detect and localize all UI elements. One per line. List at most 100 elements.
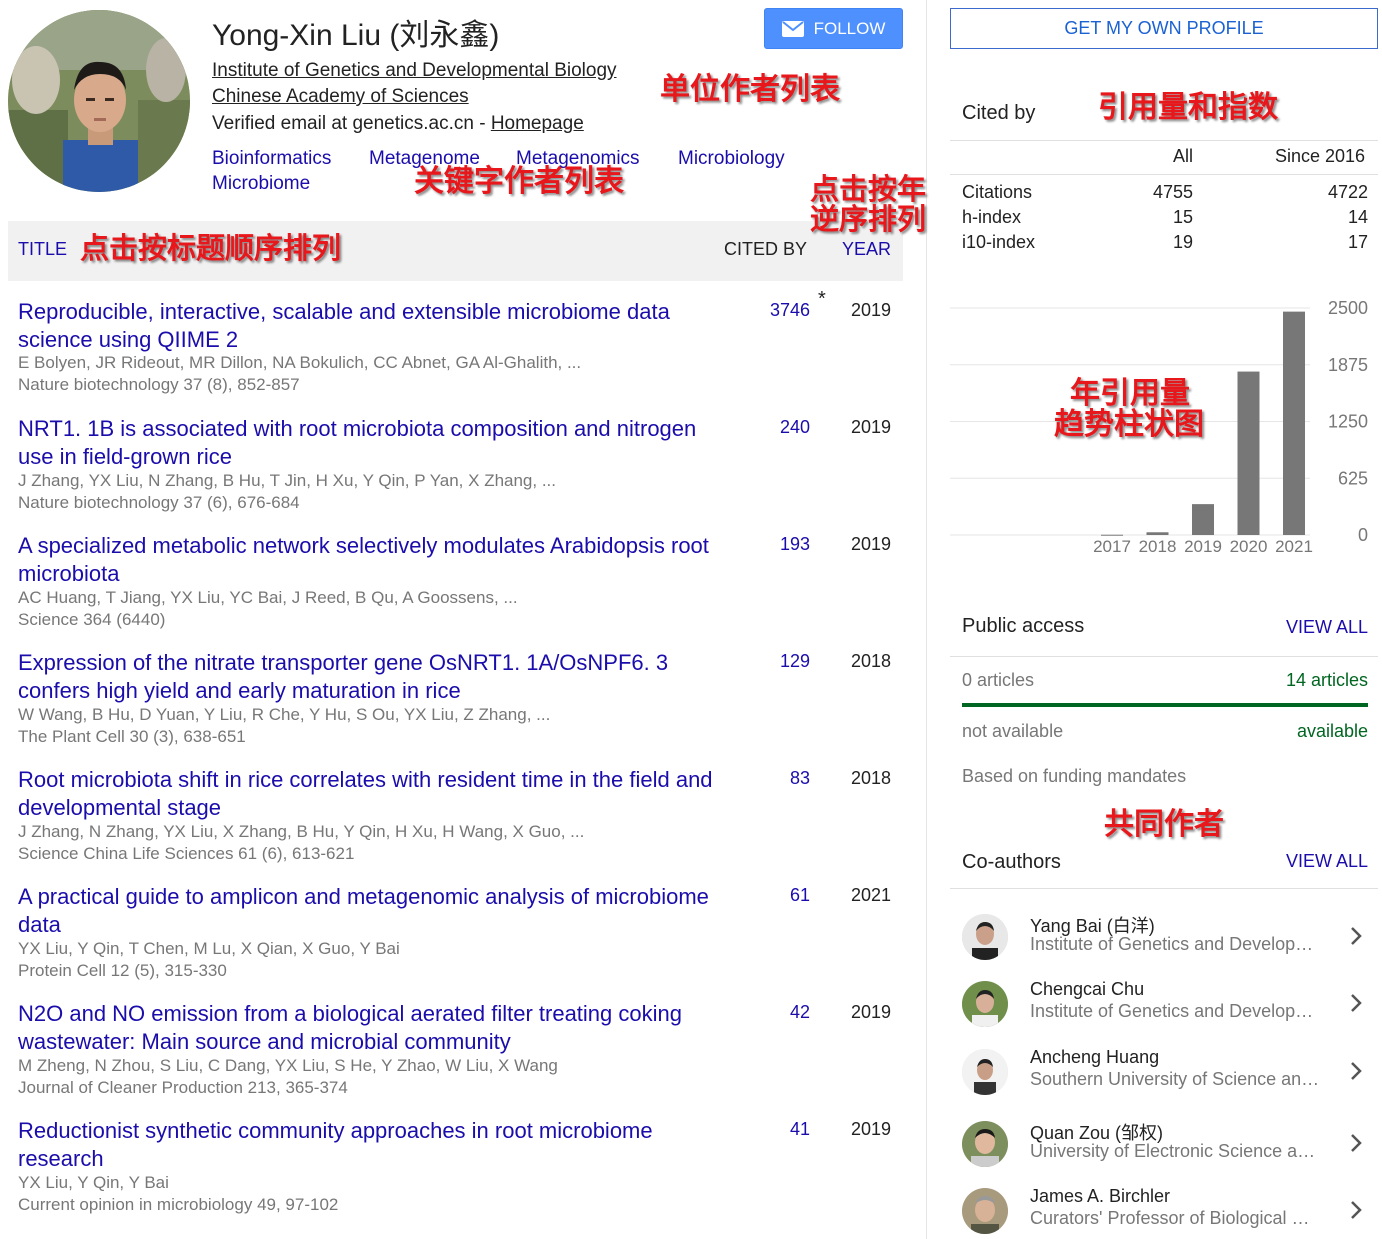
envelope-icon	[781, 20, 804, 37]
x-tick-label: 2017	[1093, 537, 1131, 556]
sort-by-title[interactable]: TITLE	[18, 239, 67, 260]
chevron-right-icon	[1351, 1201, 1362, 1219]
article-row: NRT1. 1B is associated with root microbi…	[0, 415, 910, 532]
article-cited-count[interactable]: 3746	[770, 300, 810, 321]
available-count: 14 articles	[1285, 670, 1368, 690]
x-tick-label: 2019	[1184, 537, 1222, 556]
y-tick-label: 1875	[1328, 355, 1368, 375]
coauthor-avatar	[962, 1121, 1008, 1167]
article-row: Expression of the nitrate transporter ge…	[0, 649, 910, 766]
article-venue: Protein Cell 12 (5), 315-330	[18, 961, 227, 980]
article-year: 2019	[851, 417, 892, 437]
coauthor-item[interactable]: Chengcai Chu Institute of Genetics and D…	[950, 975, 1378, 1043]
bar-2019[interactable]	[1192, 504, 1214, 535]
article-title[interactable]: Root microbiota shift in rice correlates…	[18, 766, 718, 822]
article-title[interactable]: Reductionist synthetic community approac…	[18, 1117, 718, 1173]
profile-avatar	[8, 10, 190, 192]
divider	[950, 174, 1378, 175]
merged-citation-star[interactable]: *	[818, 288, 826, 311]
article-title[interactable]: A practical guide to amplicon and metage…	[18, 883, 718, 939]
article-year: 2021	[851, 885, 892, 905]
coauthors-title: Co-authors	[962, 851, 1061, 873]
stat-label: h-index	[962, 207, 1022, 227]
divider	[950, 888, 1378, 889]
x-tick-label: 2018	[1139, 537, 1177, 556]
affiliation-link-2[interactable]: Chinese Academy of Sciences	[212, 86, 469, 108]
coauthor-affiliation: University of Electronic Science and Tec…	[1030, 1141, 1320, 1161]
profile-name: Yong-Xin Liu (刘永鑫)	[212, 19, 500, 52]
article-title[interactable]: N2O and NO emission from a biological ae…	[18, 1000, 718, 1056]
coauthor-affiliation: Institute of Genetics and Developmental …	[1030, 934, 1320, 954]
article-venue: Science China Life Sciences 61 (6), 613-…	[18, 844, 355, 863]
article-row: A practical guide to amplicon and metage…	[0, 883, 910, 1000]
article-title[interactable]: A specialized metabolic network selectiv…	[18, 532, 718, 588]
article-authors: AC Huang, T Jiang, YX Liu, YC Bai, J Ree…	[18, 588, 518, 607]
sort-by-year[interactable]: YEAR	[842, 239, 891, 260]
article-title[interactable]: Reproducible, interactive, scalable and …	[18, 298, 718, 354]
article-authors: YX Liu, Y Qin, Y Bai	[18, 1173, 169, 1192]
coauthor-item[interactable]: Ancheng Huang Southern University of Sci…	[950, 1043, 1378, 1111]
get-my-own-profile-button[interactable]: GET MY OWN PROFILE	[950, 8, 1378, 49]
article-authors: M Zheng, N Zhou, S Liu, C Dang, YX Liu, …	[18, 1056, 558, 1075]
article-row: A specialized metabolic network selectiv…	[0, 532, 910, 649]
y-tick-label: 1250	[1328, 412, 1368, 432]
bar-2021[interactable]	[1283, 311, 1305, 535]
keyword-microbiology[interactable]: Microbiology	[678, 148, 785, 170]
article-year: 2019	[851, 300, 892, 320]
coauthor-name: Ancheng Huang	[1030, 1047, 1160, 1067]
article-year: 2019	[851, 1119, 892, 1139]
public-access-view-all[interactable]: VIEW ALL	[1286, 617, 1368, 638]
divider	[950, 656, 1378, 657]
article-venue: Journal of Cleaner Production 213, 365-3…	[18, 1078, 348, 1097]
coauthors-view-all[interactable]: VIEW ALL	[1286, 851, 1368, 872]
coauthor-item[interactable]: Quan Zou (邹权) University of Electronic S…	[950, 1115, 1378, 1183]
chevron-right-icon	[1351, 994, 1362, 1012]
y-tick-label: 2500	[1328, 298, 1368, 318]
article-venue: Science 364 (6440)	[18, 610, 166, 629]
article-title[interactable]: NRT1. 1B is associated with root microbi…	[18, 415, 718, 471]
not-available-count: 0 articles	[962, 670, 1035, 690]
coauthor-affiliation: Southern University of Science and Techn…	[1030, 1069, 1320, 1089]
coauthor-name: Chengcai Chu	[1030, 979, 1145, 999]
article-row: Root microbiota shift in rice correlates…	[0, 766, 910, 883]
keyword-bioinformatics[interactable]: Bioinformatics	[212, 148, 331, 170]
col-all-header: All	[1173, 146, 1194, 166]
keyword-microbiome[interactable]: Microbiome	[212, 173, 310, 195]
x-tick-label: 2021	[1275, 537, 1313, 556]
stat-since: 4722	[1327, 182, 1368, 202]
annotation-sort-by-title: 点击按标题顺序排列	[80, 231, 342, 265]
follow-button[interactable]: FOLLOW	[764, 8, 903, 49]
y-tick-label: 625	[1338, 468, 1368, 488]
article-row: N2O and NO emission from a biological ae…	[0, 1000, 910, 1117]
bar-2018[interactable]	[1146, 532, 1169, 535]
article-authors: J Zhang, YX Liu, N Zhang, B Hu, T Jin, H…	[18, 471, 557, 490]
coauthor-avatar	[962, 1188, 1008, 1234]
affiliation-link[interactable]: Institute of Genetics and Developmental …	[212, 60, 617, 82]
article-cited-count[interactable]: 129	[780, 651, 810, 672]
col-since-header: Since 2016	[1275, 146, 1366, 166]
homepage-link[interactable]: Homepage	[491, 113, 584, 134]
article-cited-count[interactable]: 240	[780, 417, 810, 438]
article-cited-count[interactable]: 61	[790, 885, 810, 906]
article-cited-count[interactable]: 42	[790, 1002, 810, 1023]
coauthor-item[interactable]: Yang Bai (白洋) Institute of Genetics and …	[950, 908, 1378, 976]
x-tick-label: 2020	[1230, 537, 1268, 556]
chevron-right-icon	[1351, 1134, 1362, 1152]
article-cited-count[interactable]: 41	[790, 1119, 810, 1140]
bar-2020[interactable]	[1237, 371, 1260, 535]
column-divider	[926, 0, 927, 1239]
article-row: Reproducible, interactive, scalable and …	[0, 288, 910, 415]
article-cited-count[interactable]: 83	[790, 768, 810, 789]
not-available-label: not available	[962, 721, 1064, 741]
bar-2017[interactable]	[1101, 534, 1123, 536]
article-cited-count[interactable]: 193	[780, 534, 810, 555]
available-label: available	[1296, 721, 1368, 741]
article-venue: Current opinion in microbiology 49, 97-1…	[18, 1195, 339, 1214]
stat-all: 19	[1172, 232, 1193, 252]
coauthor-name: James A. Birchler	[1030, 1186, 1171, 1206]
coauthor-item[interactable]: James A. Birchler Curators' Professor of…	[950, 1182, 1378, 1239]
annotation-institution-list: 单位作者列表	[660, 72, 840, 107]
cited-by-column-header: CITED BY	[724, 239, 808, 259]
stat-since: 14	[1347, 207, 1368, 227]
article-title[interactable]: Expression of the nitrate transporter ge…	[18, 649, 718, 705]
